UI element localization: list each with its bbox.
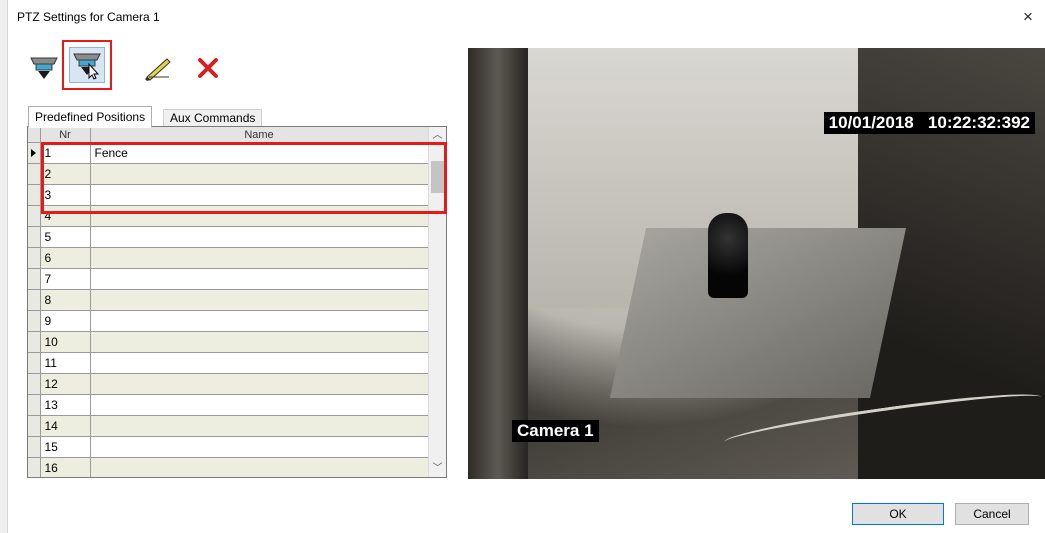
cell-name[interactable] — [90, 352, 429, 374]
row-selector[interactable] — [28, 415, 41, 437]
row-selector[interactable] — [28, 268, 41, 290]
camera-save-position-icon — [73, 53, 101, 80]
table-row[interactable]: 1 Fence — [28, 142, 429, 164]
close-icon[interactable]: × — [1016, 5, 1040, 29]
cell-nr[interactable]: 7 — [40, 268, 91, 290]
cell-name[interactable] — [90, 310, 429, 332]
camera-save-position-button[interactable] — [62, 40, 112, 90]
cell-nr[interactable]: 4 — [40, 205, 91, 227]
column-header-nr[interactable]: Nr — [40, 127, 91, 143]
preview-box — [609, 228, 907, 398]
row-selector[interactable] — [28, 205, 41, 227]
table-row[interactable]: 5 — [28, 226, 429, 248]
positions-grid[interactable]: Nr Name 1 Fence 2 3 4 5 6 7 8 9 10 11 12 13 14 15 16 ︿ ﹀ — [27, 126, 447, 478]
cell-name[interactable] — [90, 289, 429, 311]
pencil-edit-icon — [145, 58, 171, 81]
cell-nr[interactable]: 16 — [40, 457, 91, 477]
cell-name[interactable]: Fence — [90, 142, 429, 164]
scroll-up-icon[interactable]: ︿ — [429, 127, 446, 144]
row-selector-header — [28, 127, 41, 143]
row-selector[interactable] — [28, 436, 41, 458]
cell-nr[interactable]: 6 — [40, 247, 91, 269]
grid-vertical-scrollbar[interactable]: ︿ ﹀ — [428, 127, 446, 477]
column-header-name[interactable]: Name — [90, 127, 429, 143]
delete-x-icon — [198, 58, 218, 78]
ok-button[interactable]: OK — [852, 503, 944, 525]
tab-predefined-positions[interactable]: Predefined Positions — [28, 106, 153, 128]
table-row[interactable]: 4 — [28, 205, 429, 227]
cell-name[interactable] — [90, 457, 429, 477]
cell-nr[interactable]: 1 — [40, 142, 91, 164]
cell-name[interactable] — [90, 436, 429, 458]
cell-name[interactable] — [90, 184, 429, 206]
scroll-down-icon[interactable]: ﹀ — [429, 460, 446, 477]
preview-figure — [708, 213, 748, 298]
cell-nr[interactable]: 15 — [40, 436, 91, 458]
table-row[interactable]: 14 — [28, 415, 429, 437]
cell-name[interactable] — [90, 394, 429, 416]
table-row[interactable]: 12 — [28, 373, 429, 395]
table-row[interactable]: 3 — [28, 184, 429, 206]
cell-nr[interactable]: 13 — [40, 394, 91, 416]
row-selector[interactable] — [28, 142, 41, 164]
table-row[interactable]: 13 — [28, 394, 429, 416]
table-row[interactable]: 10 — [28, 331, 429, 353]
camera-go-to-icon — [30, 57, 58, 79]
table-row[interactable]: 2 — [28, 163, 429, 185]
cell-nr[interactable]: 2 — [40, 163, 91, 185]
cell-name[interactable] — [90, 373, 429, 395]
row-selector[interactable] — [28, 394, 41, 416]
dialog-title: PTZ Settings for Camera 1 — [17, 10, 160, 24]
cell-nr[interactable]: 10 — [40, 331, 91, 353]
row-selector[interactable] — [28, 373, 41, 395]
cell-nr[interactable]: 5 — [40, 226, 91, 248]
cell-nr[interactable]: 11 — [40, 352, 91, 374]
cancel-button[interactable]: Cancel — [955, 503, 1029, 525]
video-timestamp: 10/01/2018 10:22:32:392 — [823, 112, 1035, 134]
edit-button[interactable] — [140, 51, 176, 85]
cell-name[interactable] — [90, 415, 429, 437]
table-row[interactable]: 15 — [28, 436, 429, 458]
current-row-pointer-icon — [31, 149, 36, 157]
video-camera-label: Camera 1 — [512, 420, 599, 442]
table-row[interactable]: 9 — [28, 310, 429, 332]
dialog-left-edge — [0, 0, 8, 533]
table-row[interactable]: 8 — [28, 289, 429, 311]
cell-nr[interactable]: 3 — [40, 184, 91, 206]
cell-name[interactable] — [90, 331, 429, 353]
table-row[interactable]: 7 — [28, 268, 429, 290]
cell-nr[interactable]: 12 — [40, 373, 91, 395]
table-row[interactable]: 11 — [28, 352, 429, 374]
cell-name[interactable] — [90, 268, 429, 290]
cell-name[interactable] — [90, 163, 429, 185]
delete-button[interactable] — [190, 51, 226, 85]
row-selector[interactable] — [28, 331, 41, 353]
scroll-thumb[interactable] — [431, 161, 444, 193]
preview-shelf — [468, 48, 528, 479]
row-selector[interactable] — [28, 184, 41, 206]
cell-name[interactable] — [90, 247, 429, 269]
cell-name[interactable] — [90, 205, 429, 227]
cell-nr[interactable]: 8 — [40, 289, 91, 311]
table-row[interactable]: 16 — [28, 457, 429, 477]
row-selector[interactable] — [28, 247, 41, 269]
cell-nr[interactable]: 14 — [40, 415, 91, 437]
camera-preview: 10/01/2018 10:22:32:392 Camera 1 — [468, 48, 1045, 479]
row-selector[interactable] — [28, 289, 41, 311]
row-selector[interactable] — [28, 352, 41, 374]
row-selector[interactable] — [28, 163, 41, 185]
table-row[interactable]: 6 — [28, 247, 429, 269]
row-selector[interactable] — [28, 226, 41, 248]
row-selector[interactable] — [28, 457, 41, 477]
cell-nr[interactable]: 9 — [40, 310, 91, 332]
camera-go-to-button[interactable] — [26, 51, 62, 85]
row-selector[interactable] — [28, 310, 41, 332]
cell-name[interactable] — [90, 226, 429, 248]
